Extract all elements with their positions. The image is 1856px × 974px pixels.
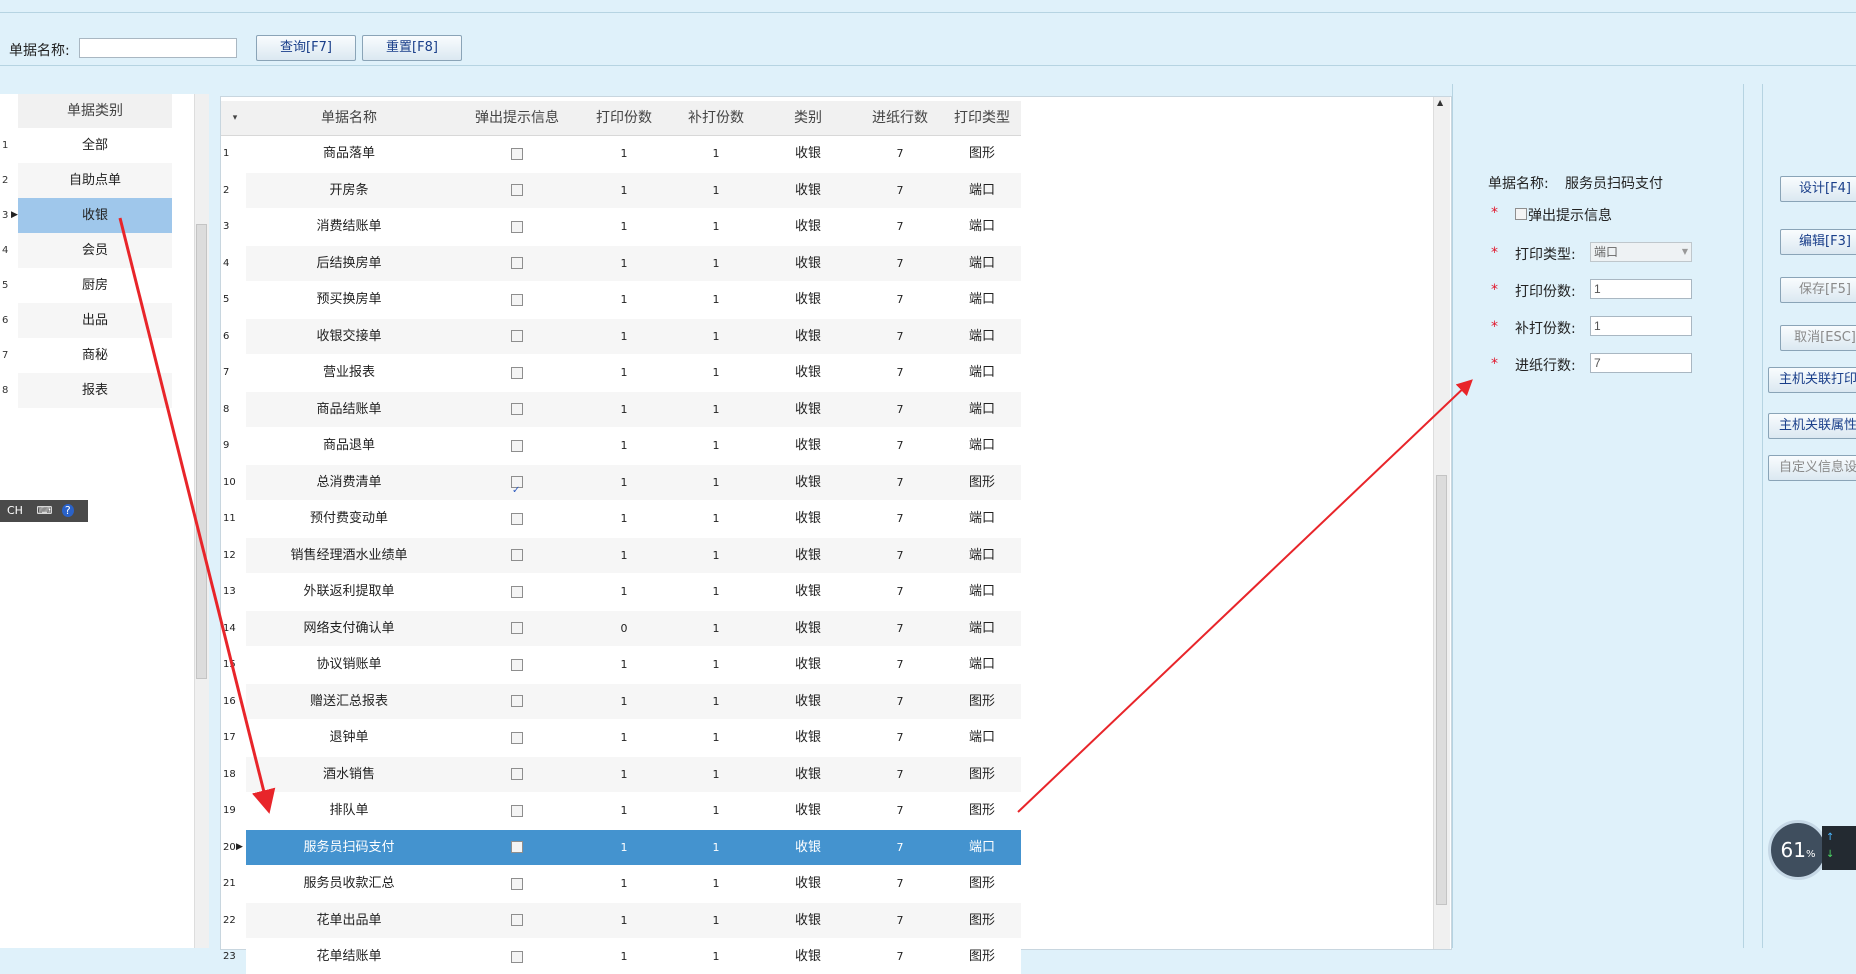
arrow-row-to-detail: [1017, 379, 1473, 813]
annotation-arrows: [118, 217, 1473, 814]
arrow-category-to-row: [118, 217, 276, 814]
popup-checkbox[interactable]: [511, 950, 523, 963]
